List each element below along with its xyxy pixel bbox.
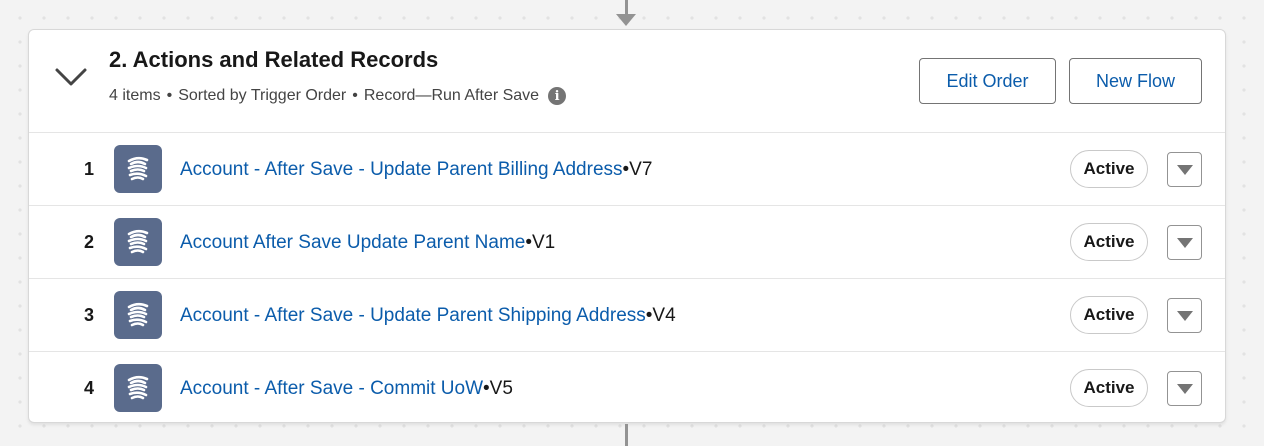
flow-title: Account After Save Update Parent Name•V1 <box>180 206 555 279</box>
flow-icon <box>114 364 162 412</box>
row-menu-button[interactable] <box>1167 225 1202 260</box>
section-header: 2. Actions and Related Records 4 items •… <box>29 30 1225 133</box>
row-menu-button[interactable] <box>1167 371 1202 406</box>
flow-version: •V5 <box>483 378 513 399</box>
row-order-number: 4 <box>83 378 94 398</box>
status-badge: Active <box>1070 369 1148 407</box>
flow-icon <box>114 218 162 266</box>
row-order-number: 2 <box>83 232 94 252</box>
flow-name-link[interactable]: Account - After Save - Update Parent Shi… <box>180 305 646 326</box>
flow-list: 1 Account - After Save - Update Parent B… <box>29 133 1225 425</box>
meta-separator: • <box>166 87 173 104</box>
flow-icon <box>114 145 162 193</box>
trigger-mode: Record—Run After Save <box>363 87 540 104</box>
caret-down-icon <box>1176 383 1193 394</box>
flow-version: •V7 <box>622 159 653 180</box>
row-menu-button[interactable] <box>1167 152 1202 187</box>
chevron-down-icon[interactable] <box>53 64 89 90</box>
flow-name-link[interactable]: Account After Save Update Parent Name <box>180 232 525 253</box>
flow-version: •V4 <box>645 305 676 326</box>
caret-down-icon <box>1176 237 1193 248</box>
flow-title: Account - After Save - Update Parent Shi… <box>180 279 676 352</box>
flow-name-link[interactable]: Account - After Save - Update Parent Bil… <box>180 159 623 180</box>
connector-arrow-icon <box>616 14 636 26</box>
flow-title: Account - After Save - Commit UoW•V5 <box>180 352 513 425</box>
new-flow-button[interactable]: New Flow <box>1069 58 1202 104</box>
caret-down-icon <box>1176 310 1193 321</box>
list-item: 1 Account - After Save - Update Parent B… <box>29 133 1225 206</box>
list-item: 2 Account After Save Update Parent Name•… <box>29 206 1225 279</box>
status-badge: Active <box>1070 223 1148 261</box>
sort-order: Sorted by Trigger Order <box>178 87 347 104</box>
section-meta: 4 items • Sorted by Trigger Order • Reco… <box>109 87 567 105</box>
list-item: 3 Account - After Save - Update Parent S… <box>29 279 1225 352</box>
flow-title: Account - After Save - Update Parent Bil… <box>180 133 652 206</box>
section-title: 2. Actions and Related Records <box>109 47 439 72</box>
status-badge: Active <box>1070 296 1148 334</box>
flow-name-link[interactable]: Account - After Save - Commit UoW <box>180 378 483 399</box>
info-icon[interactable]: i <box>548 87 567 105</box>
edit-order-button[interactable]: Edit Order <box>919 58 1056 104</box>
connector-line-bottom <box>625 424 628 446</box>
status-badge: Active <box>1070 150 1148 188</box>
item-count: 4 items <box>109 87 161 104</box>
row-menu-button[interactable] <box>1167 298 1202 333</box>
list-item: 4 Account - After Save - Commit UoW•V5 A… <box>29 352 1225 425</box>
row-order-number: 3 <box>83 305 94 325</box>
flow-version: •V1 <box>525 232 556 253</box>
row-order-number: 1 <box>83 159 94 179</box>
caret-down-icon <box>1176 164 1193 175</box>
flow-icon <box>114 291 162 339</box>
actions-section-card: 2. Actions and Related Records 4 items •… <box>28 29 1226 423</box>
meta-separator: • <box>352 87 358 104</box>
